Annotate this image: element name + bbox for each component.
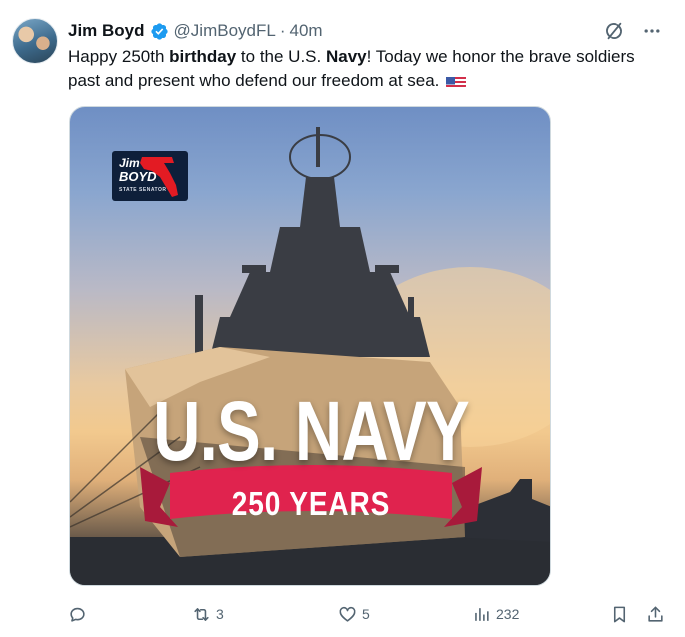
tweet-text: Happy 250th birthday to the U.S. Navy! T… <box>68 45 668 93</box>
bookmark-icon <box>613 606 626 622</box>
tweet-text-bold: Navy <box>325 47 367 66</box>
repost-button[interactable]: 3 <box>192 601 224 627</box>
grok-icon[interactable] <box>603 20 625 42</box>
logo-last-name: BOYD <box>119 169 157 184</box>
media-banner-text: 250 YEARS <box>231 485 391 522</box>
tweet-header: Jim Boyd @JimBoydFL · 40m <box>68 20 323 42</box>
views-chart-icon <box>475 607 489 621</box>
share-button[interactable] <box>646 601 665 627</box>
reply-button[interactable] <box>68 601 87 627</box>
tweet-top-actions <box>603 20 663 42</box>
tweet-text-segment: to the U.S. <box>236 47 326 66</box>
share-icon <box>648 606 663 622</box>
user-handle[interactable]: @JimBoydFL <box>174 21 276 41</box>
separator-dot: · <box>279 21 286 40</box>
us-flag-emoji-icon <box>446 74 467 88</box>
more-options-icon[interactable] <box>641 20 663 42</box>
views-count: 232 <box>496 606 520 622</box>
repost-count: 3 <box>216 606 224 622</box>
like-button[interactable]: 5 <box>338 601 370 627</box>
verified-badge-icon[interactable] <box>150 22 169 41</box>
tweet-actions: 3 5 232 <box>68 601 673 627</box>
logo-subtitle: STATE SENATOR <box>119 187 167 193</box>
tweet-text-bold: birthday <box>169 47 237 66</box>
jim-boyd-logo: Jim BOYD STATE SENATOR <box>112 151 188 201</box>
avatar[interactable] <box>12 18 58 64</box>
media-headline: U.S. NAVY <box>153 384 470 478</box>
like-count: 5 <box>362 606 370 622</box>
tweet: Jim Boyd @JimBoydFL · 40m Happy 250th bi… <box>0 0 685 637</box>
display-name[interactable]: Jim Boyd <box>68 21 145 41</box>
tweet-text-segment: Happy 250th <box>68 47 170 66</box>
heart-icon <box>339 606 356 622</box>
reply-icon <box>70 607 85 622</box>
views-button[interactable]: 232 <box>472 601 519 627</box>
repost-icon <box>194 607 209 621</box>
timestamp[interactable]: 40m <box>290 21 323 41</box>
logo-first-name: Jim <box>119 156 140 170</box>
bookmark-button[interactable] <box>610 601 629 627</box>
tweet-media-image[interactable]: Jim BOYD STATE SENATOR U.S. NAVY 250 YEA… <box>69 106 551 586</box>
